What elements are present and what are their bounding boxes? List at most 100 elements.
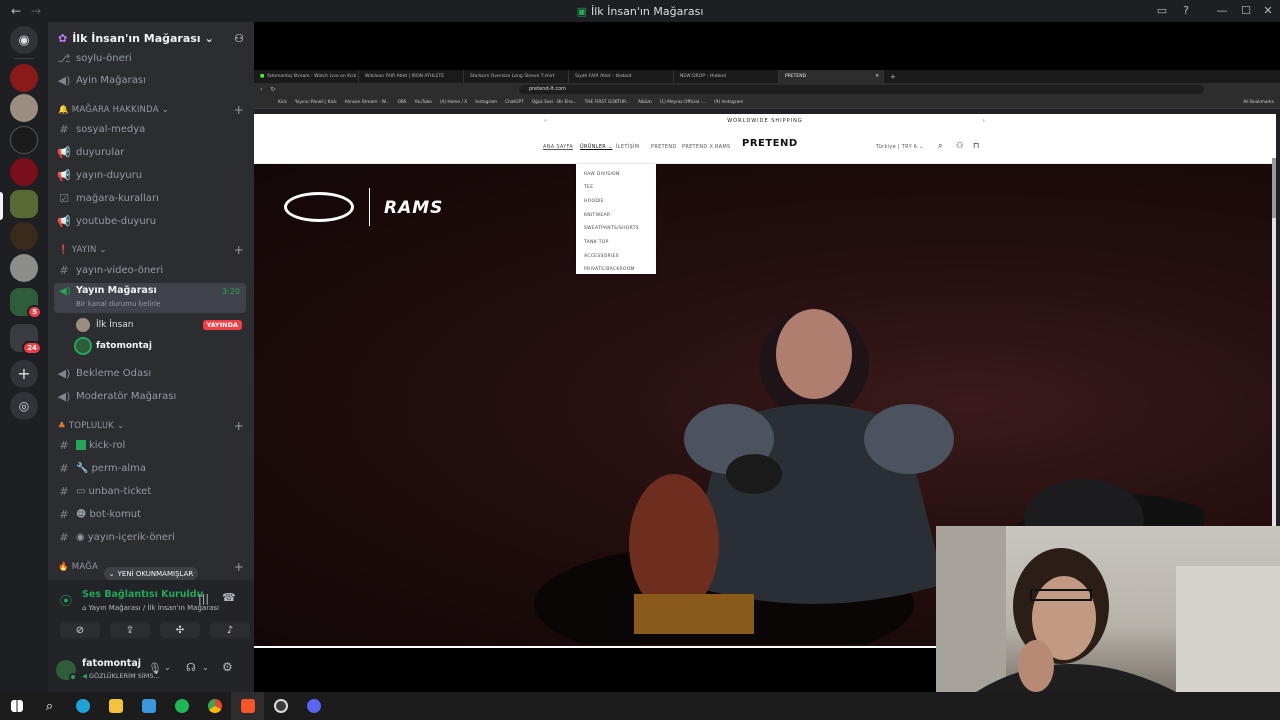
- soundboard-button[interactable]: ♪: [210, 622, 250, 638]
- nav-link-products[interactable]: ÜRÜNLER ⌄: [580, 144, 612, 150]
- browser-tab[interactable]: Siyah FAIR Atlet – thebod: [569, 70, 674, 83]
- bookmark[interactable]: YouTube: [414, 100, 431, 105]
- windows-start-icon[interactable]: [0, 692, 33, 720]
- bookmark[interactable]: (1) Meyraz Official -...: [660, 100, 706, 105]
- dropdown-item[interactable]: KNITWEAR: [584, 213, 610, 218]
- voice-user[interactable]: fatomontaj: [76, 336, 246, 356]
- channel-item[interactable]: # ◉ yayın-içerik-öneri: [56, 527, 246, 547]
- browser-tab-active[interactable]: PRETEND ✕: [779, 70, 884, 83]
- site-logo[interactable]: PRETEND: [742, 138, 798, 149]
- edge-icon[interactable]: [66, 692, 99, 720]
- account-icon[interactable]: ⚇: [956, 141, 963, 150]
- nav-link[interactable]: PRETEND X RAMS: [682, 144, 730, 150]
- dropdown-item[interactable]: PRIVATE/BACKROOM: [584, 267, 635, 272]
- channel-item[interactable]: # ▭ unban-ticket: [56, 481, 246, 501]
- settings-gear-icon[interactable]: ⚙: [222, 660, 233, 674]
- chrome-icon[interactable]: [198, 692, 231, 720]
- microphone-icon[interactable]: 🎙: [148, 662, 162, 675]
- discover-icon[interactable]: ◎: [10, 392, 38, 420]
- server-icon-active[interactable]: [10, 190, 38, 218]
- dropdown-item[interactable]: SWEATPANTS/SHORTS: [584, 226, 639, 231]
- browser-tab[interactable]: Starborn Oversize Long Sleeve T-shirt: [464, 70, 569, 83]
- category-header[interactable]: ❗ YAYIN ⌄ +: [58, 242, 244, 258]
- channel-item[interactable]: # yayın-video-öneri: [56, 260, 246, 280]
- username[interactable]: fatomontaj: [82, 658, 141, 669]
- channel-item[interactable]: # kick-rol: [56, 435, 246, 455]
- server-folder-icon[interactable]: 5: [10, 288, 42, 319]
- chevron-left-icon[interactable]: ‹: [544, 118, 547, 124]
- file-explorer-icon[interactable]: [99, 692, 132, 720]
- reload-icon[interactable]: ↻: [270, 86, 275, 93]
- store-icon[interactable]: [132, 692, 165, 720]
- server-icon[interactable]: [10, 222, 38, 250]
- channel-item[interactable]: ◀) Bekleme Odası: [56, 363, 246, 383]
- headphones-icon[interactable]: ☊: [186, 661, 196, 674]
- bookmark[interactable]: Oğuz Sezi - Bir Eha...: [532, 100, 577, 105]
- browser-tab[interactable]: ■ fatomontaj Stream - Watch Live on Kick: [254, 70, 359, 83]
- screen-share-button[interactable]: ⇪: [110, 622, 150, 638]
- voice-user[interactable]: İlk İnsan YAYINDA: [76, 315, 246, 335]
- server-icon[interactable]: [10, 254, 38, 282]
- disconnect-icon[interactable]: ☎: [222, 591, 236, 604]
- search-icon[interactable]: ⌕: [938, 141, 943, 151]
- channel-item[interactable]: # 🔧 perm-alma: [56, 458, 246, 478]
- bookmark[interactable]: Albüm: [638, 100, 652, 105]
- category-header[interactable]: ♣ TOPLULUK ⌄ +: [58, 418, 244, 434]
- voice-channel-active[interactable]: ◀) Yayın Mağarası 3:20 Bir kanal durumu …: [54, 283, 246, 313]
- server-icon[interactable]: [10, 126, 38, 154]
- nav-link[interactable]: PRETEND: [651, 144, 677, 150]
- maximize-icon[interactable]: ☐: [1234, 0, 1258, 22]
- minimize-icon[interactable]: —: [1210, 0, 1234, 22]
- bookmark[interactable]: Instagram: [475, 100, 497, 105]
- bookmark[interactable]: (4) Home / X: [440, 100, 467, 105]
- nav-link[interactable]: ANA SAYFA: [543, 144, 573, 150]
- category-header[interactable]: 🔔 MAĞARA HAKKINDA ⌄ +: [58, 102, 244, 118]
- cart-icon[interactable]: ⊓: [973, 141, 980, 150]
- help-icon[interactable]: ?: [1174, 0, 1198, 22]
- channel-item[interactable]: 📢 yayın-duyuru: [56, 165, 246, 185]
- server-icon[interactable]: [10, 94, 38, 122]
- bookmark[interactable]: THE FIRST GOKTUR...: [585, 100, 630, 105]
- noise-suppression-icon[interactable]: |||: [198, 592, 209, 605]
- discord-taskbar-icon[interactable]: [297, 692, 330, 720]
- server-folder-icon[interactable]: 24: [10, 324, 42, 355]
- chevron-down-icon[interactable]: ⌄: [164, 663, 171, 672]
- close-icon[interactable]: ✕: [1256, 0, 1280, 22]
- channel-item[interactable]: # sosyal-medya: [56, 119, 246, 139]
- bookmark[interactable]: Kick: [278, 100, 287, 105]
- channel-item[interactable]: ☑ mağara-kuralları: [56, 188, 246, 208]
- channel-item[interactable]: ◀) Ayin Mağarası: [56, 70, 246, 90]
- obs-icon[interactable]: [264, 692, 297, 720]
- channel-item[interactable]: ⎇ soylu-öneri: [56, 48, 246, 68]
- back-arrow-icon[interactable]: ‹: [260, 86, 262, 93]
- server-icon[interactable]: [10, 64, 38, 92]
- camera-off-button[interactable]: ⊘: [60, 622, 100, 638]
- bookmark[interactable]: OBS: [397, 100, 406, 105]
- voice-location[interactable]: ⌂ Yayın Mağarası / İlk İnsan'ın Mağarası: [82, 604, 219, 612]
- address-bar[interactable]: pretend-lt.com: [519, 85, 1204, 94]
- all-bookmarks[interactable]: All Bookmarks: [1243, 100, 1274, 105]
- add-server-icon[interactable]: +: [10, 360, 38, 388]
- dropdown-item[interactable]: RAW DIVISION: [584, 172, 620, 177]
- invite-icon[interactable]: ⚇: [234, 32, 244, 45]
- spotify-icon[interactable]: [165, 692, 198, 720]
- dropdown-item[interactable]: ACCESSORIES: [584, 254, 619, 259]
- dropdown-item[interactable]: TANK TOP: [584, 240, 609, 245]
- new-tab-icon[interactable]: +: [890, 73, 896, 81]
- bookmark[interactable]: Yayıncı Paneli | Kick: [295, 100, 337, 105]
- locale-selector[interactable]: Türkiye | TRY ₺ ⌄: [876, 144, 924, 150]
- chevron-down-icon[interactable]: ⌄: [202, 663, 209, 672]
- dropdown-item[interactable]: HOODIE: [584, 199, 604, 204]
- chevron-right-icon[interactable]: ›: [983, 118, 986, 124]
- dropdown-item[interactable]: TEE: [584, 185, 593, 190]
- inbox-icon[interactable]: ▭: [1150, 0, 1174, 22]
- channel-item[interactable]: ◀) Moderatör Mağarası: [56, 386, 246, 406]
- bookmark[interactable]: ChatGPT: [505, 100, 524, 105]
- browser-tab[interactable]: Wikiloon FAIR Atlet | IRON ATHLETE: [359, 70, 464, 83]
- server-icon[interactable]: [10, 158, 38, 186]
- channel-item[interactable]: # ☻ bot-komut: [56, 504, 246, 524]
- activities-button[interactable]: ✣: [160, 622, 200, 638]
- channel-item[interactable]: 📢 duyurular: [56, 142, 246, 162]
- browser-tab[interactable]: NEW DROP – thebod: [674, 70, 779, 83]
- bookmark[interactable]: (9) Instagram: [714, 100, 743, 105]
